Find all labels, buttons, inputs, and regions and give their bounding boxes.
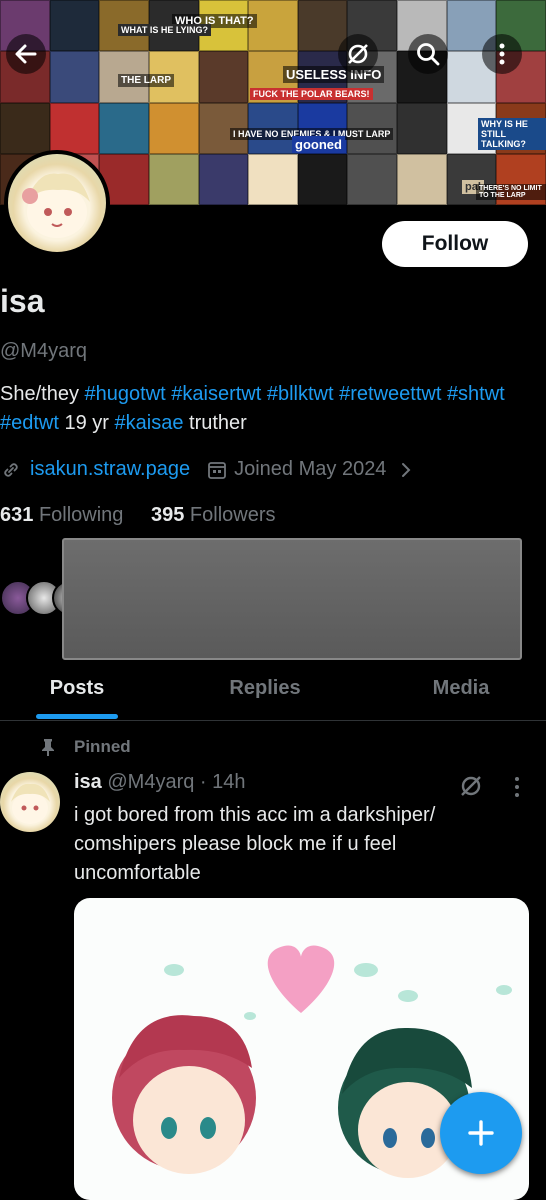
hashtag-link[interactable]: #edtwt — [0, 412, 59, 434]
tab-media[interactable]: Media — [376, 668, 546, 720]
following-stat[interactable]: 631 Following — [0, 504, 123, 526]
hashtag-link[interactable]: #bllktwt — [267, 383, 334, 405]
more-vertical-icon[interactable] — [506, 775, 528, 799]
no-notification-icon — [348, 44, 368, 64]
plus-icon — [468, 1120, 494, 1146]
follow-stats: 631 Following 395 Followers — [0, 504, 276, 527]
search-button[interactable] — [408, 34, 448, 74]
banner-tile — [347, 153, 398, 205]
followers-stat[interactable]: 395 Followers — [151, 504, 276, 526]
back-arrow-icon — [15, 44, 37, 64]
banner-caption: gooned — [292, 136, 345, 153]
pinned-label: Pinned — [40, 737, 131, 757]
banner-tile — [198, 51, 249, 103]
banner-tile — [49, 51, 100, 103]
banner-caption: WHY IS HE STILL TALKING? — [478, 118, 546, 150]
banner-caption: THE LARP — [118, 74, 174, 87]
link-icon — [4, 462, 18, 477]
avatar-art — [22, 173, 90, 238]
post-header: isa @M4yarq · 14h — [74, 771, 246, 794]
hashtag-link[interactable]: #kaisae — [115, 412, 184, 434]
banner-tile — [99, 102, 149, 154]
more-vertical-icon — [499, 43, 505, 65]
tab-replies[interactable]: Replies — [154, 668, 376, 720]
back-button[interactable] — [6, 34, 46, 74]
banner-tile — [198, 153, 249, 205]
bio-text: truther — [183, 412, 247, 434]
banner-tile — [0, 102, 50, 154]
more-options-button[interactable] — [482, 34, 522, 74]
banner-tile — [397, 153, 447, 205]
banner-caption: THERE'S NO LIMIT TO THE LARP — [476, 184, 546, 200]
profile-avatar[interactable] — [4, 150, 110, 256]
banner-tile — [49, 0, 100, 52]
profile-handle: @M4yarq — [0, 340, 87, 362]
compose-post-button[interactable] — [440, 1092, 522, 1174]
profile-meta: isakun.straw.page Joined May 2024 — [0, 458, 416, 481]
grok-icon[interactable] — [458, 773, 484, 799]
post-author-name[interactable]: isa — [74, 771, 102, 793]
tab-posts[interactable]: Posts — [0, 668, 154, 720]
profile-website-link[interactable]: isakun.straw.page — [30, 458, 190, 481]
bio-text: She/they — [0, 383, 85, 405]
banner-tile — [49, 102, 100, 154]
joined-date: Joined May 2024 — [234, 458, 387, 480]
banner-tile — [397, 102, 447, 154]
profile-bio: She/they #hugotwt #kaisertwt #bllktwt #r… — [0, 380, 540, 438]
banner-tile — [297, 153, 348, 205]
hashtag-link[interactable]: #shtwt — [447, 383, 505, 405]
post-author-avatar[interactable] — [0, 772, 60, 832]
calendar-icon — [208, 461, 227, 479]
notifications-off-button[interactable] — [338, 34, 378, 74]
follow-button[interactable]: Follow — [382, 221, 528, 267]
banner-tile — [148, 102, 199, 154]
banner-caption: FUCK THE POLAR BEARS! — [250, 88, 373, 100]
banner-tile — [248, 153, 298, 205]
search-icon — [417, 43, 440, 66]
post-text: i got bored from this acc im a darkshipe… — [74, 804, 436, 884]
avatar-art — [11, 783, 50, 824]
hashtag-link[interactable]: #kaisertwt — [171, 383, 261, 405]
pin-icon — [42, 739, 54, 756]
hashtag-link[interactable]: #hugotwt — [85, 383, 166, 405]
profile-name: isa — [0, 283, 45, 319]
post-handle-time: @M4yarq · 14h — [107, 771, 246, 793]
redaction-box — [62, 538, 522, 660]
chevron-right-icon[interactable] — [396, 460, 416, 480]
active-tab-indicator — [36, 714, 118, 719]
bio-text: 19 yr — [58, 412, 115, 434]
hashtag-link[interactable]: #retweettwt — [339, 383, 441, 405]
banner-tile — [148, 153, 199, 205]
banner-caption: WHAT IS HE LYING? — [118, 24, 212, 36]
